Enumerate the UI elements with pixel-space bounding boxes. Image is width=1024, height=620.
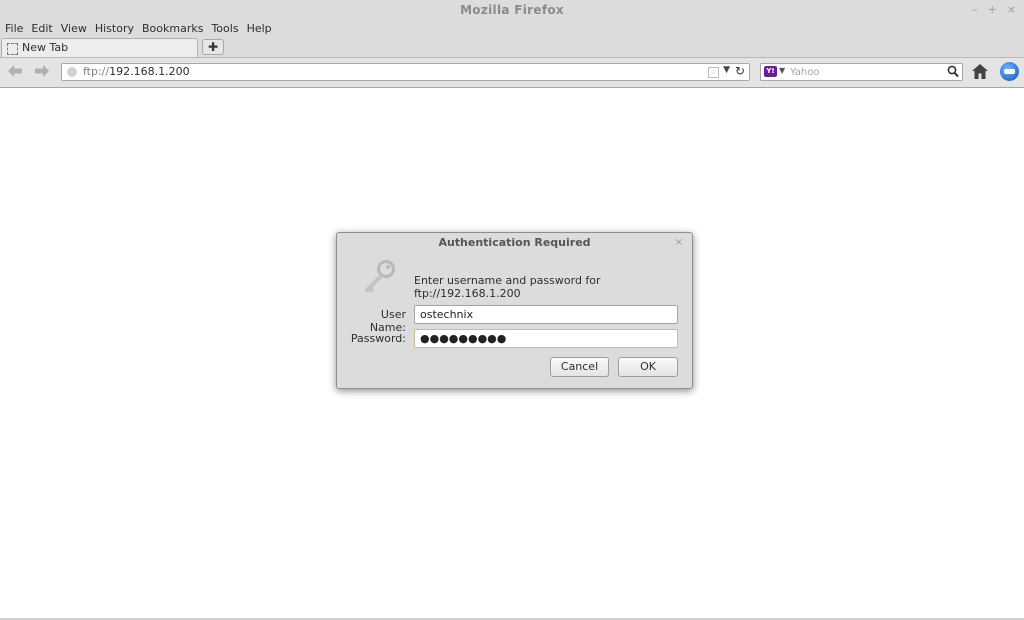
url-text[interactable]: ftp://192.168.1.200	[83, 65, 190, 78]
minimize-button[interactable]: –	[972, 3, 978, 16]
password-field[interactable]	[414, 329, 678, 348]
history-dropdown-icon[interactable]: ▼	[723, 65, 730, 75]
username-field[interactable]	[414, 305, 678, 324]
menu-edit[interactable]: Edit	[27, 20, 56, 37]
home-button[interactable]	[972, 64, 988, 82]
tab-strip: New Tab ✚	[0, 37, 1024, 58]
url-scheme: ftp://	[83, 65, 110, 78]
cancel-button[interactable]: Cancel	[550, 357, 609, 377]
menu-file[interactable]: File	[0, 20, 27, 37]
search-input[interactable]	[790, 65, 940, 79]
window-controls: – + ×	[972, 3, 1016, 16]
close-window-button[interactable]: ×	[1007, 3, 1016, 16]
back-arrow-icon	[8, 65, 22, 77]
home-icon	[972, 64, 988, 79]
dialog-close-button[interactable]: ×	[675, 237, 683, 248]
maximize-button[interactable]: +	[988, 3, 997, 16]
dialog-title: Authentication Required	[438, 236, 591, 249]
search-engine-dropdown-icon[interactable]: ▼	[779, 66, 785, 75]
search-engine-icon[interactable]: Y!	[764, 66, 777, 77]
username-label: User Name:	[369, 308, 406, 334]
forward-button[interactable]	[35, 65, 49, 81]
menu-help[interactable]: Help	[243, 20, 276, 37]
password-label: Password:	[350, 332, 406, 345]
menu-bar: File Edit View History Bookmarks Tools H…	[0, 20, 1024, 37]
new-tab-button[interactable]: ✚	[202, 39, 224, 55]
tab-new-tab[interactable]: New Tab	[1, 38, 198, 57]
window-titlebar: Mozilla Firefox – + ×	[0, 0, 1024, 20]
navigation-toolbar: ftp://192.168.1.200 ☆ ▼ ↻ Y! ▼	[0, 58, 1024, 88]
auth-dialog: Authentication Required × Enter username…	[336, 232, 693, 389]
username-input[interactable]	[415, 306, 677, 323]
search-icon[interactable]	[947, 65, 959, 81]
forward-arrow-icon	[35, 65, 49, 77]
menu-tools[interactable]: Tools	[207, 20, 242, 37]
key-icon	[359, 259, 399, 298]
ok-button[interactable]: OK	[618, 357, 678, 377]
site-identity-icon[interactable]	[67, 67, 77, 77]
addon-toolbar-button[interactable]	[1000, 62, 1019, 81]
bookmark-star-icon[interactable]: ☆	[708, 67, 719, 78]
dialog-message: Enter username and password for ftp://19…	[414, 274, 601, 300]
url-host: 192.168.1.200	[109, 65, 190, 78]
reload-icon[interactable]: ↻	[735, 64, 745, 78]
url-bar[interactable]: ftp://192.168.1.200 ☆ ▼ ↻	[61, 63, 750, 81]
window-title: Mozilla Firefox	[460, 3, 564, 17]
password-input[interactable]	[415, 330, 677, 347]
back-button[interactable]	[8, 65, 22, 81]
menu-bookmarks[interactable]: Bookmarks	[138, 20, 207, 37]
search-bar[interactable]: Y! ▼	[760, 63, 963, 81]
tab-label: New Tab	[22, 41, 69, 54]
menu-view[interactable]: View	[57, 20, 91, 37]
menu-history[interactable]: History	[91, 20, 138, 37]
blank-page-icon	[7, 43, 18, 55]
